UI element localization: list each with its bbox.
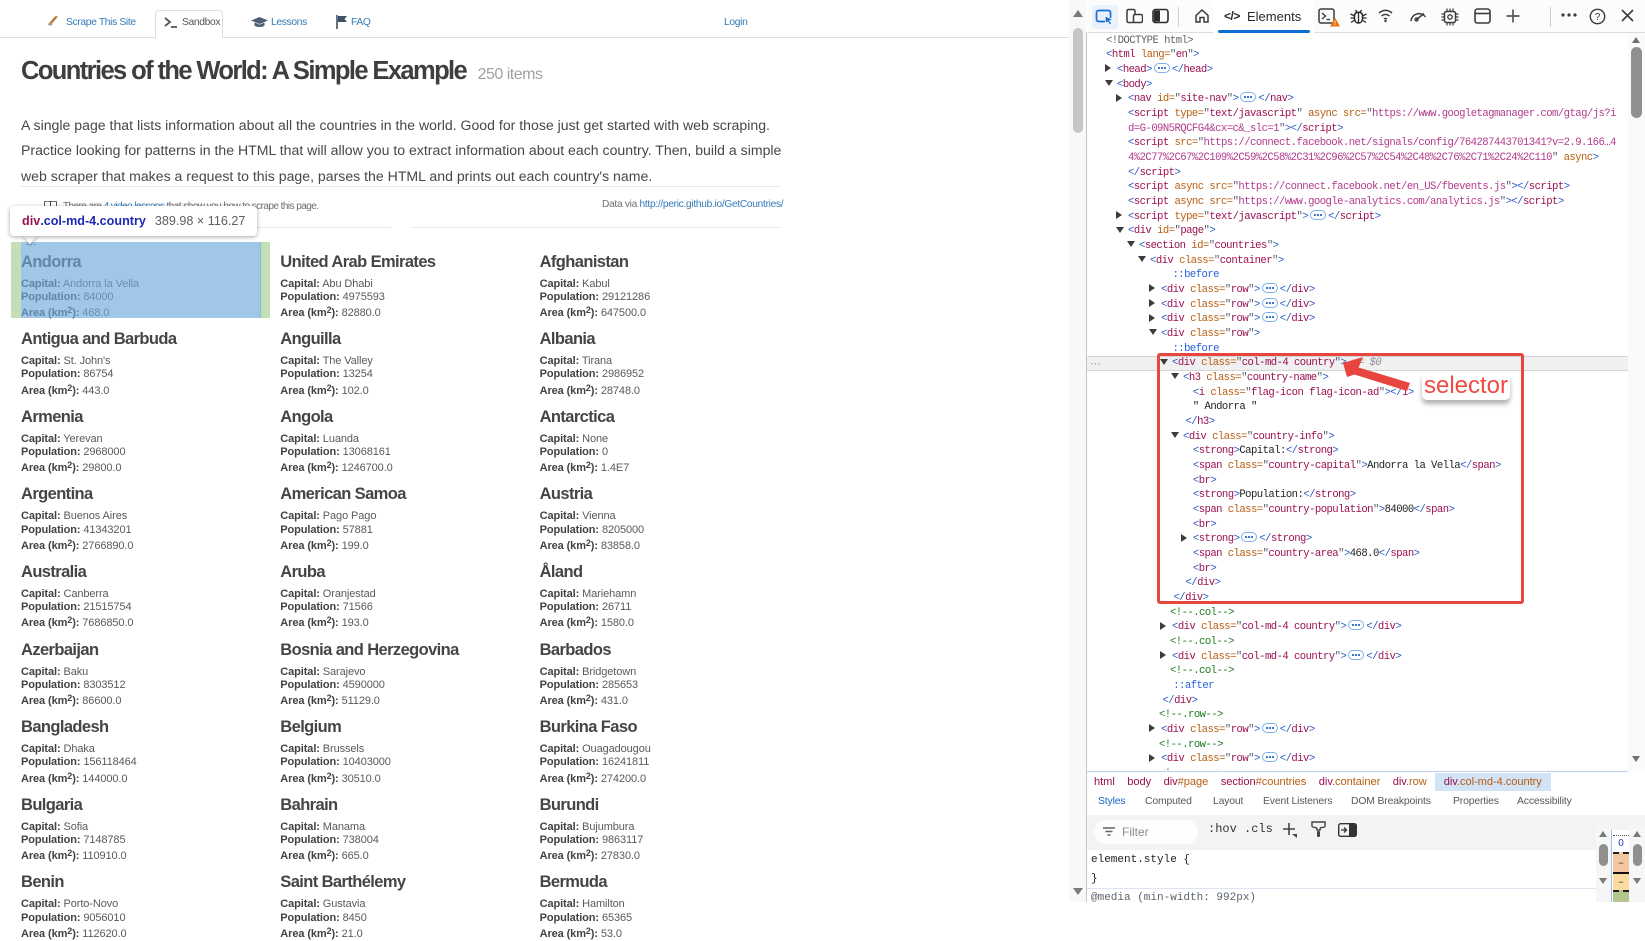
svg-text:?: ? <box>1595 12 1601 23</box>
svg-text:!: ! <box>1334 21 1336 27</box>
